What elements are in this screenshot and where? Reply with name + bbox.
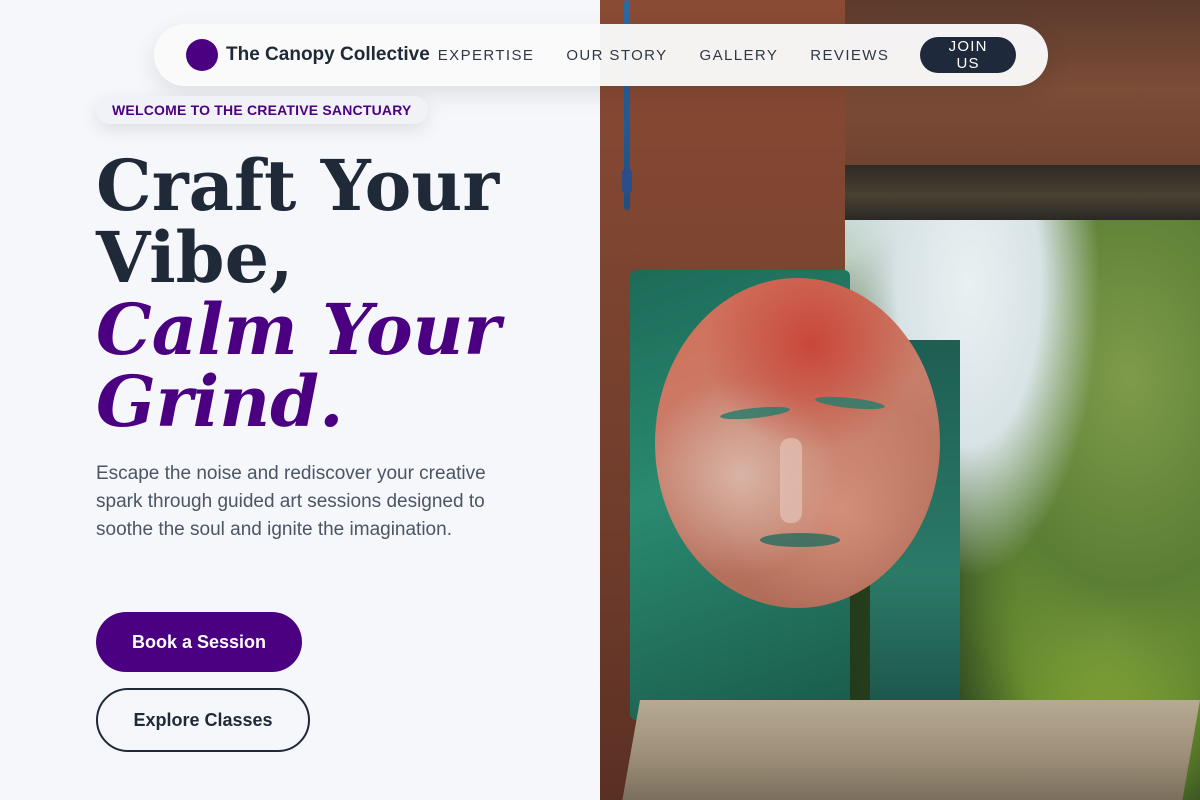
nav-link-expertise[interactable]: EXPERTISE	[438, 47, 535, 64]
headline-line-4: Grind.	[96, 360, 344, 443]
hero-image-rope-tip	[622, 168, 632, 194]
hero-image-bench	[622, 700, 1200, 800]
painted-eye-left	[719, 404, 791, 422]
headline-line-1: Craft Your	[96, 144, 500, 227]
hero-subtext: Escape the noise and rediscover your cre…	[96, 463, 486, 540]
nav-link-our-story[interactable]: OUR STORY	[566, 47, 667, 64]
brand[interactable]: The Canopy Collective	[186, 39, 430, 71]
headline-line-2: Vibe,	[96, 216, 294, 299]
painted-mouth	[760, 533, 840, 547]
headline-line-3: Calm Your	[96, 288, 501, 371]
brand-logo-icon	[186, 39, 218, 71]
hero-image-beam	[845, 165, 1200, 220]
hero-image-painted-face	[655, 278, 940, 608]
nav-link-gallery[interactable]: GALLERY	[700, 47, 779, 64]
hero-headline: Craft Your Vibe, Calm Your Grind.	[96, 150, 576, 438]
nav-link-reviews[interactable]: REVIEWS	[810, 47, 889, 64]
nav-links: EXPERTISE OUR STORY GALLERY REVIEWS	[438, 47, 889, 64]
join-us-button[interactable]: JOIN US	[920, 37, 1016, 73]
welcome-badge: WELCOME TO THE CREATIVE SANCTUARY	[96, 96, 428, 124]
brand-name: The Canopy Collective	[226, 44, 430, 65]
book-session-button[interactable]: Book a Session	[96, 612, 302, 672]
hero-image	[600, 0, 1200, 800]
painted-eye-right	[814, 394, 886, 412]
painted-nose	[780, 438, 802, 523]
navbar: The Canopy Collective EXPERTISE OUR STOR…	[154, 24, 1048, 86]
explore-classes-button[interactable]: Explore Classes	[96, 688, 310, 752]
